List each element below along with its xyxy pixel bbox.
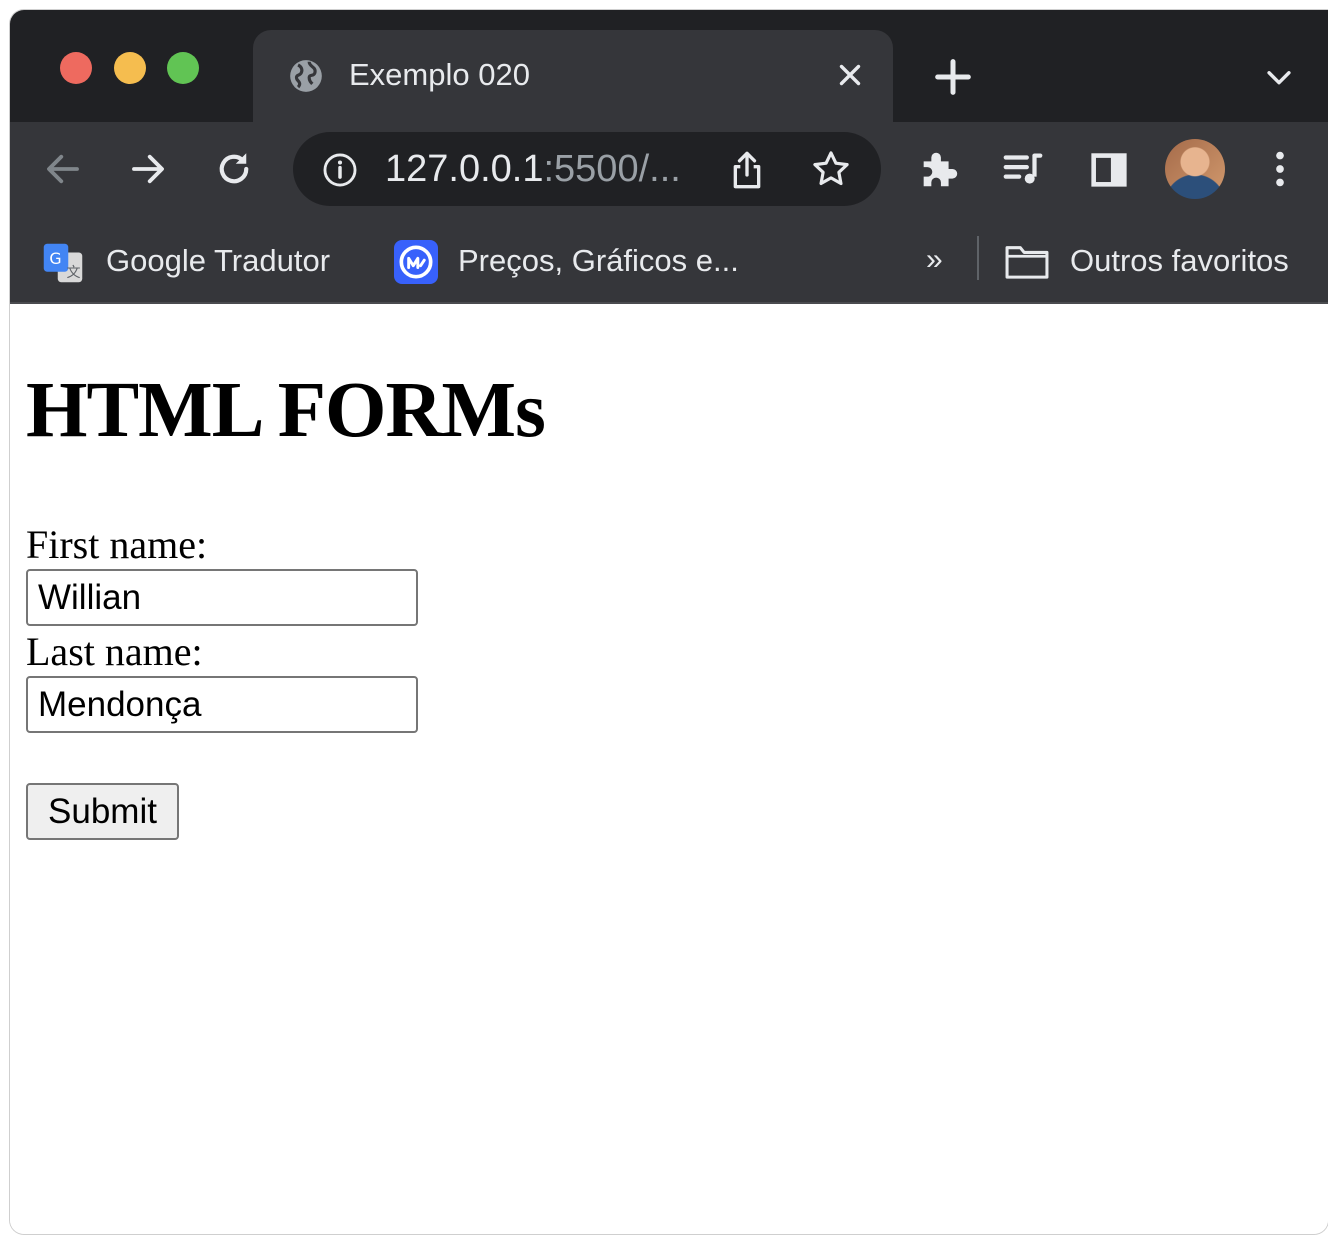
google-translate-icon: G 文: [43, 243, 83, 283]
first-name-input[interactable]: Willian: [26, 569, 418, 626]
profile-avatar[interactable]: [1165, 139, 1225, 199]
last-name-input[interactable]: Mendonça: [26, 676, 418, 733]
first-name-label: First name:: [26, 522, 208, 567]
share-icon[interactable]: [727, 148, 767, 192]
coinmarketcap-icon: [394, 240, 438, 284]
bookmark-precos-graficos[interactable]: Preços, Gráficos e...: [458, 241, 739, 281]
minimize-window-button[interactable]: [114, 52, 146, 84]
info-icon[interactable]: [321, 151, 359, 189]
tab-active[interactable]: Exemplo 020: [253, 30, 893, 122]
bookmarks-divider: [977, 236, 979, 280]
media-queue-icon[interactable]: [1000, 146, 1046, 192]
new-tab-icon[interactable]: [930, 54, 976, 100]
toolbar: 127.0.0.1:5500/...: [10, 122, 1328, 214]
back-arrow-icon[interactable]: [42, 148, 84, 190]
bookmarks-bar: G 文 Google Tradutor Preços, Gráficos e..…: [10, 214, 1328, 304]
url-host: 127.0.0.1: [385, 148, 544, 190]
url-rest: :5500/...: [543, 148, 681, 190]
side-panel-icon[interactable]: [1086, 146, 1132, 192]
folder-icon: [1005, 246, 1049, 279]
bookmark-other-favorites[interactable]: Outros favoritos: [1070, 241, 1289, 281]
last-name-label: Last name:: [26, 629, 203, 674]
close-tab-icon[interactable]: [833, 58, 867, 92]
browser-window: Exemplo 020 127.0.0.1:5500/... G 文 Googl…: [10, 10, 1328, 1234]
page-content: HTML FORMs First name: Willian Last name…: [10, 304, 1328, 1234]
page-title: HTML FORMs: [26, 367, 546, 454]
bookmarks-overflow-button[interactable]: »: [926, 240, 943, 280]
chevron-down-icon[interactable]: [1262, 60, 1296, 94]
tab-title: Exemplo 020: [349, 57, 530, 92]
globe-icon: [290, 60, 322, 92]
url-text: 127.0.0.1:5500/...: [385, 146, 681, 192]
submit-button[interactable]: Submit: [26, 783, 179, 840]
close-window-button[interactable]: [60, 52, 92, 84]
svg-text:文: 文: [67, 265, 81, 281]
tab-strip: Exemplo 020: [10, 10, 1328, 122]
svg-text:G: G: [49, 249, 61, 268]
address-bar[interactable]: 127.0.0.1:5500/...: [293, 132, 881, 206]
kebab-menu-icon[interactable]: [1257, 146, 1303, 192]
extensions-puzzle-icon[interactable]: [916, 146, 962, 192]
forward-arrow-icon[interactable]: [127, 148, 169, 190]
bookmark-star-icon[interactable]: [810, 148, 852, 190]
bookmark-google-translate[interactable]: Google Tradutor: [106, 241, 330, 281]
zoom-window-button[interactable]: [167, 52, 199, 84]
reload-icon[interactable]: [213, 148, 255, 190]
